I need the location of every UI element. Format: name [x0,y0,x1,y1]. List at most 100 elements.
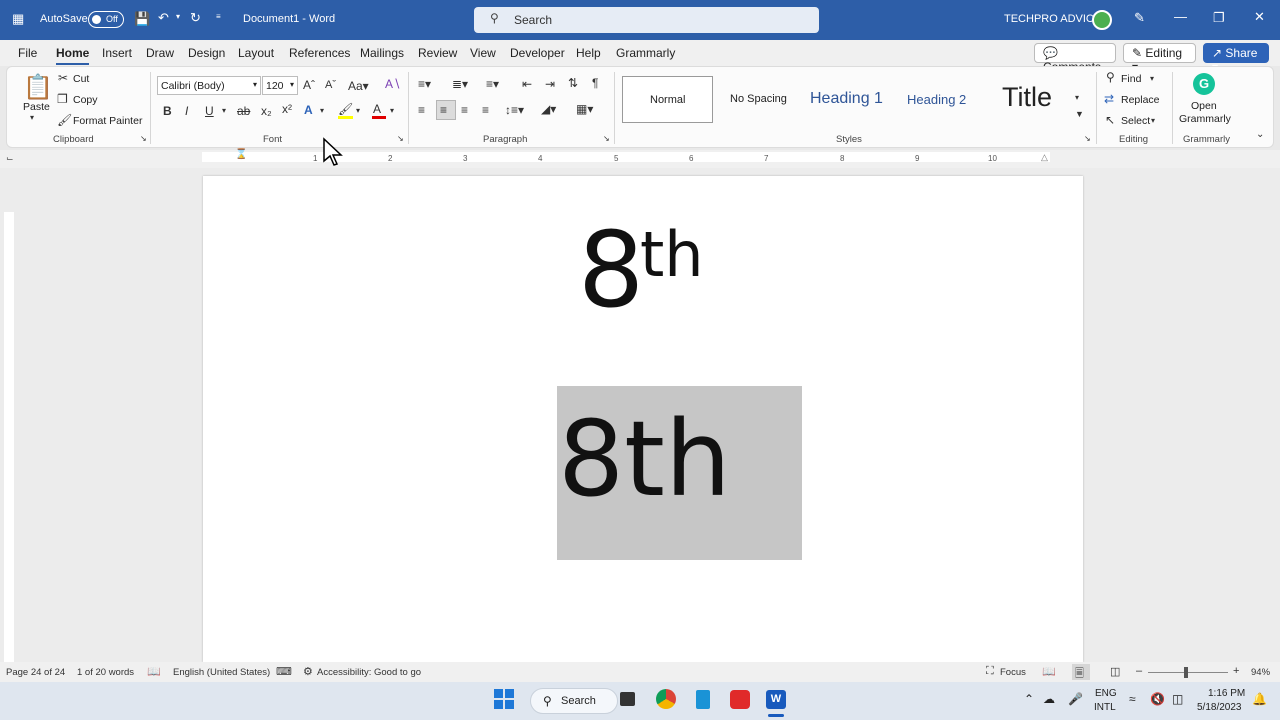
multilevel-list-icon[interactable]: ≡▾ [486,77,499,91]
battery-icon[interactable]: ◫ [1172,692,1183,706]
font-launcher-icon[interactable]: ↘ [397,134,404,143]
tab-grammarly[interactable]: Grammarly [616,46,675,60]
minimize-icon[interactable]: — [1174,9,1187,24]
select-dropdown-icon[interactable]: ▾ [1151,116,1155,125]
tab-draw[interactable]: Draw [146,46,174,60]
tab-insert[interactable]: Insert [102,46,132,60]
borders-icon[interactable]: ▦▾ [576,102,593,116]
increase-indent-icon[interactable]: ⇥ [545,77,555,91]
bullets-icon[interactable]: ≡▾ [418,77,431,91]
clock-date[interactable]: 5/18/2023 [1197,702,1242,713]
shading-icon[interactable]: ◢▾ [541,102,556,116]
proofing-icon[interactable]: 📖 [147,665,161,678]
show-formatting-icon[interactable]: ¶ [592,76,598,90]
close-icon[interactable]: ✕ [1254,9,1265,25]
subscript-icon[interactable]: x₂ [261,104,272,118]
tab-design[interactable]: Design [188,46,225,60]
accessibility-icon[interactable]: ⚙ [303,665,313,678]
paste-button[interactable]: Paste [23,101,50,113]
selected-text-8th[interactable]: 8th [558,407,731,511]
zoom-in-icon[interactable]: + [1233,665,1239,677]
style-heading-1[interactable]: Heading 1 [806,76,896,123]
web-layout-icon[interactable]: ◫ [1110,665,1120,678]
task-view-icon[interactable] [620,692,635,706]
word-taskbar-icon[interactable]: W [766,690,786,709]
redo-icon[interactable]: ↻ [190,10,201,26]
accessibility-status[interactable]: Accessibility: Good to go [317,667,421,678]
shrink-font-icon[interactable]: Aˇ [325,79,336,91]
underline-dropdown-icon[interactable]: ▾ [222,106,226,115]
justify-icon[interactable]: ≡ [482,103,489,117]
paragraph-launcher-icon[interactable]: ↘ [603,134,610,143]
input-language-2[interactable]: INTL [1094,702,1116,713]
sort-icon[interactable]: ⇅ [568,76,578,90]
onedrive-icon[interactable]: ☁ [1043,692,1055,706]
text-effects-icon[interactable]: A [304,103,313,117]
styles-scroll-down-icon[interactable]: ▾ [1075,93,1079,102]
restore-icon[interactable]: ❐ [1213,10,1225,26]
save-icon[interactable]: 💾 [134,11,150,27]
comments-button[interactable]: 💬 Comments [1034,43,1116,74]
taskbar-search[interactable]: ⚲ Search [530,688,618,714]
tab-home[interactable]: Home [56,46,90,65]
page-count[interactable]: Page 24 of 24 [6,667,65,678]
undo-icon[interactable]: ↶ [158,10,169,26]
screen-recorder-icon[interactable] [730,690,750,709]
numbering-icon[interactable]: ≣▾ [452,77,468,91]
input-language-1[interactable]: ENG [1095,688,1117,699]
select-button[interactable]: Select [1121,115,1150,127]
highlight-dropdown-icon[interactable]: ▾ [356,106,360,115]
align-right-icon[interactable]: ≡ [461,103,468,117]
tab-selector-icon[interactable]: ⌙ [6,153,14,164]
zoom-slider[interactable] [1148,672,1228,673]
styles-launcher-icon[interactable]: ↘ [1084,134,1091,143]
wifi-icon[interactable]: ≈ [1129,692,1136,706]
italic-icon[interactable]: I [185,104,188,118]
tab-file[interactable]: File [18,46,37,60]
cut-button[interactable]: Cut [73,73,89,85]
strikethrough-icon[interactable]: ab [237,104,250,118]
font-color-dropdown-icon[interactable]: ▾ [390,106,394,115]
autosave-toggle[interactable]: Off [88,11,124,28]
style-title[interactable]: Title [994,76,1074,123]
tab-mailings[interactable]: Mailings [360,46,404,60]
grammarly-name-label[interactable]: Grammarly [1179,113,1231,125]
decrease-indent-icon[interactable]: ⇤ [522,77,532,91]
account-name[interactable]: TECHPRO ADVICE [1004,13,1101,25]
tab-help[interactable]: Help [576,46,601,60]
clock-time[interactable]: 1:16 PM [1208,688,1245,699]
tab-review[interactable]: Review [418,46,457,60]
tray-overflow-icon[interactable]: ⌃ [1024,692,1034,706]
chrome-icon[interactable] [656,689,676,709]
vertical-ruler[interactable] [4,212,14,662]
collapse-ribbon-icon[interactable]: ⌄ [1256,129,1264,140]
font-size-combo[interactable]: 120 ▾ [262,76,298,95]
font-color-icon[interactable]: A [373,102,381,116]
superscript-th[interactable]: th [640,224,704,286]
font-name-combo[interactable]: Calibri (Body) ▾ [157,76,261,95]
text-8-with-superscript[interactable]: 8 [578,218,644,322]
notifications-icon[interactable]: 🔔 [1252,692,1267,706]
open-grammarly-label[interactable]: Open [1191,100,1217,112]
highlight-icon[interactable]: 🖌 [338,102,353,116]
style-heading-2[interactable]: Heading 2 [902,76,988,123]
predictions-icon[interactable]: ⌨ [276,665,292,678]
change-case-icon[interactable]: Aa▾ [348,79,369,93]
search-box[interactable]: ⚲ Search [474,7,819,33]
underline-icon[interactable]: U [205,104,214,118]
volume-muted-icon[interactable]: 🔇 [1150,692,1165,706]
focus-icon[interactable]: ⛶ [986,665,994,678]
language-status[interactable]: English (United States) [173,667,270,678]
word-app-icon[interactable]: ▦ [12,11,24,27]
clear-formatting-icon[interactable]: A∖ [385,77,401,91]
designer-pen-icon[interactable]: ✎ [1134,10,1145,26]
start-icon[interactable] [494,689,514,709]
zoom-slider-thumb[interactable] [1184,667,1188,678]
share-button[interactable]: ↗ Share ▾ [1203,43,1269,74]
right-indent-marker-icon[interactable]: △ [1041,152,1048,163]
replace-button[interactable]: Replace [1121,94,1160,106]
format-painter-button[interactable]: Format Painter [73,115,142,127]
focus-button[interactable]: Focus [1000,667,1026,678]
avatar[interactable] [1092,10,1112,30]
select-icon[interactable]: ↖ [1105,113,1115,127]
